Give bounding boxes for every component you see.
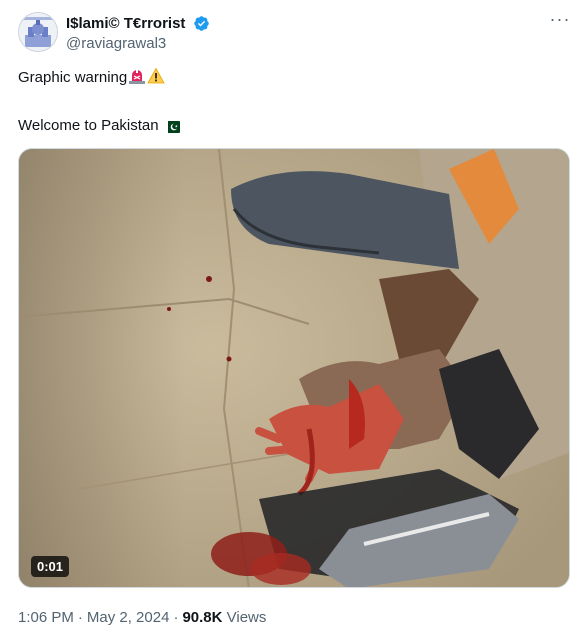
tweet-header: I$lami© T€rrorist @raviagrawal3 ··· <box>18 10 573 56</box>
tweet-meta: 1:06 PM · May 2, 2024 · 90.8K Views <box>18 608 266 628</box>
author-names: I$lami© T€rrorist @raviagrawal3 <box>66 14 210 53</box>
views-count: 90.8K <box>182 609 223 626</box>
pakistan-flag-emoji <box>163 119 180 139</box>
views-label: Views <box>226 609 267 626</box>
tweet-time[interactable]: 1:06 PM <box>18 609 74 626</box>
handle[interactable]: @raviagrawal3 <box>66 34 210 53</box>
rotating-light-emoji <box>128 67 146 91</box>
video-player[interactable]: 0:01 <box>18 148 570 588</box>
tweet-text-line-2: Welcome to Pakistan <box>18 116 569 139</box>
tweet-date[interactable]: May 2, 2024 <box>87 609 170 626</box>
tweet-text: Graphic warning <box>18 69 128 86</box>
separator: · <box>173 609 179 626</box>
more-options-button[interactable]: ··· <box>547 10 573 34</box>
tweet-text: Welcome to Pakistan <box>18 117 159 134</box>
display-name[interactable]: I$lami© T€rrorist <box>66 14 185 33</box>
avatar[interactable] <box>18 12 58 52</box>
video-frame <box>19 149 569 587</box>
verified-badge-icon <box>193 15 210 32</box>
video-duration: 0:01 <box>31 556 70 577</box>
tweet-text-line-1: Graphic warning <box>18 67 569 91</box>
avatar-image <box>19 13 57 51</box>
warning-emoji <box>147 67 165 91</box>
separator: · <box>77 609 83 626</box>
tweet: I$lami© T€rrorist @raviagrawal3 ··· Grap… <box>0 0 587 640</box>
